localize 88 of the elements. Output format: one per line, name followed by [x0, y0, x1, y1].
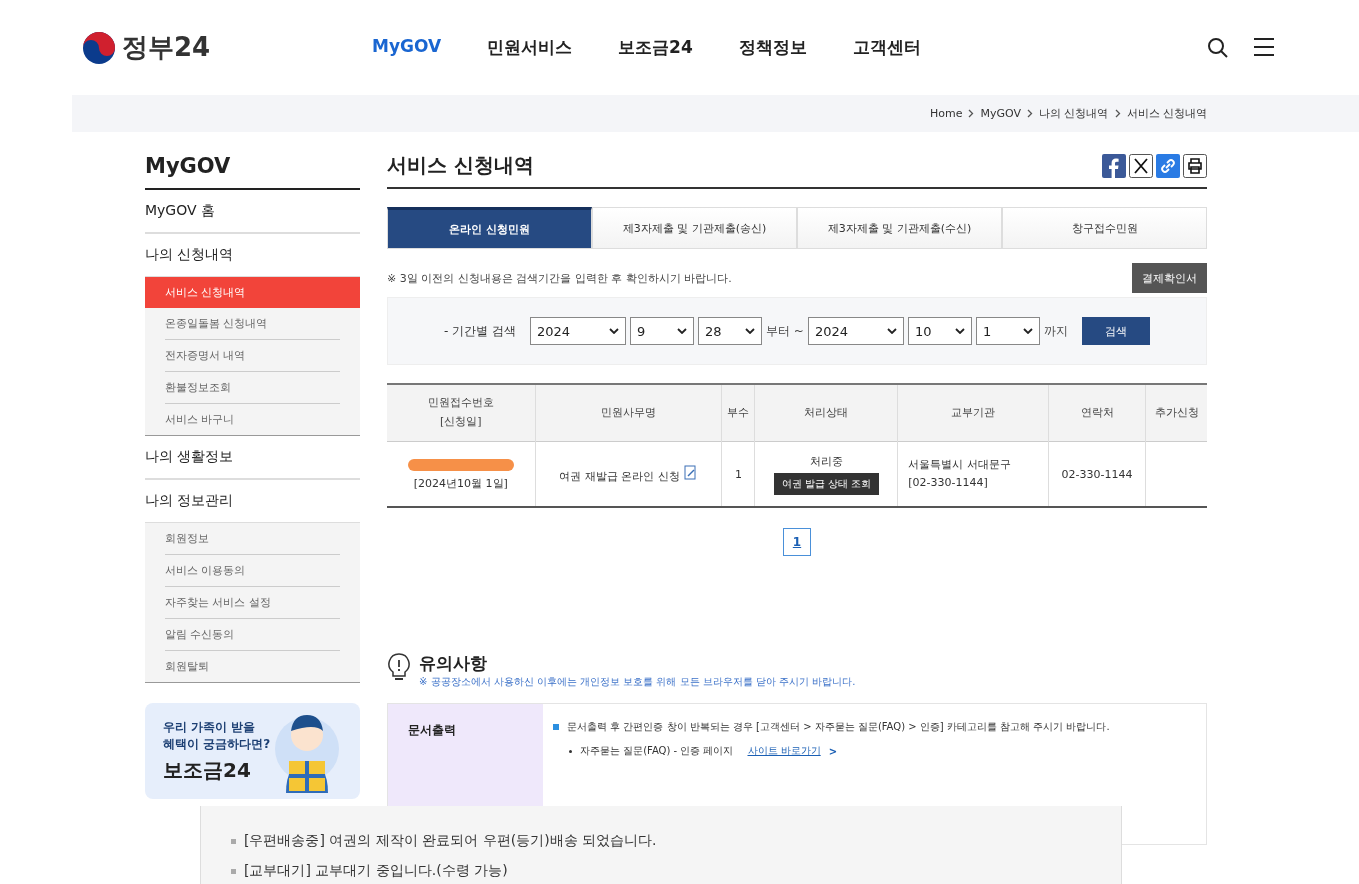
note-text: 문서출력 후 간편인증 창이 반복되는 경우 [고객센터 > 자주묻는 질문(FAQ) > 인증] 카테고리를 참고해 주시기 바랍니다. — [567, 720, 1110, 734]
column-header: 추가신청 — [1145, 384, 1207, 442]
search-button[interactable]: 검색 — [1081, 317, 1150, 345]
promo-banner[interactable]: 우리 가족이 받을 혜택이 궁금하다면? 보조금24 — [145, 703, 360, 799]
tab[interactable]: 온라인 신청민원 — [387, 207, 592, 249]
sidebar-title: MyGOV — [145, 152, 360, 190]
menu-icon[interactable] — [1253, 36, 1275, 57]
sidebar-item[interactable]: 온종일돌봄 신청내역 — [165, 308, 340, 340]
logo-text[interactable]: 정부24 — [122, 30, 211, 65]
range-text: 까지 — [1043, 322, 1068, 340]
nav-link[interactable]: 고객센터 — [852, 36, 921, 59]
date-select[interactable]: 9 — [630, 317, 695, 345]
caret-icon — [954, 328, 965, 334]
bullet-icon — [553, 724, 559, 730]
table-cell: 02-330-1144 — [1048, 441, 1146, 507]
search-icon[interactable] — [1207, 36, 1229, 59]
status-text: 처리중 — [808, 453, 844, 469]
date-select[interactable]: 2024 — [807, 317, 904, 345]
column-header: 처리상태 — [754, 384, 898, 442]
nav-link[interactable]: 보조금24 — [618, 36, 693, 59]
date-select[interactable]: 2024 — [530, 317, 627, 345]
date-select[interactable]: 10 — [907, 317, 972, 345]
sidebar-item[interactable]: 서비스 바구니 — [165, 404, 340, 435]
chevron-icon — [968, 109, 975, 118]
column-header: 연락처 — [1048, 384, 1146, 442]
bullet-icon — [231, 868, 236, 874]
breadcrumb-link[interactable]: 서비스 신청내역 — [1126, 106, 1207, 121]
table-cell: 1 — [721, 441, 755, 507]
status-check-button[interactable]: 여권 발급 상태 조회 — [773, 472, 880, 495]
sidebar-item[interactable]: 회원정보 — [165, 523, 340, 555]
sidebar-item[interactable]: 알림 수신동의 — [165, 619, 340, 651]
x-icon[interactable] — [1129, 153, 1153, 178]
caret-icon — [677, 328, 688, 334]
search-label: - 기간별 검색 — [444, 322, 517, 340]
section-title: 유의사항 — [419, 652, 488, 675]
sidebar-item[interactable]: 자주찾는 서비스 설정 — [165, 587, 340, 619]
nav-link[interactable]: 정책정보 — [738, 36, 807, 59]
facebook-icon[interactable] — [1102, 153, 1126, 178]
sidebar-section[interactable]: MyGOV 홈 — [145, 190, 360, 234]
site-link[interactable]: 사이트 바로가기 — [747, 744, 821, 758]
tab[interactable]: 제3자제출 및 기관제출(수신) — [797, 207, 1002, 249]
lightbulb-icon — [387, 652, 411, 682]
sidebar-section[interactable]: 나의 생활정보 — [145, 436, 360, 480]
bullet-icon — [231, 838, 236, 844]
nav-link[interactable]: 민원서비스 — [487, 36, 573, 59]
bullet-icon — [569, 749, 572, 753]
date-select[interactable]: 1 — [975, 317, 1040, 345]
sidebar-item[interactable]: 회원탈퇴 — [165, 651, 340, 682]
document-icon[interactable] — [683, 464, 698, 480]
page-title: 서비스 신청내역 — [387, 152, 534, 179]
caret-icon — [745, 328, 756, 334]
table-cell: 여권 재발급 온라인 신청 — [535, 441, 722, 507]
tab[interactable]: 창구접수민원 — [1002, 207, 1207, 249]
date-select[interactable]: 28 — [698, 317, 763, 345]
caret-icon — [1022, 328, 1033, 334]
chevron-icon — [1027, 109, 1033, 118]
banner-text: 우리 가족이 받을 — [163, 718, 257, 736]
breadcrumb-link[interactable]: Home — [930, 107, 963, 120]
nav-link[interactable]: MyGOV — [372, 36, 442, 59]
caret-icon — [609, 328, 620, 334]
column-header: 민원접수번호 [신청일] — [387, 384, 536, 442]
banner-brand: 보조금24 — [163, 756, 252, 784]
table-cell: [2024년10월 1일] — [387, 441, 536, 507]
column-header: 교부기관 — [897, 384, 1049, 442]
note-text: 자주묻는 질문(FAQ) - 인증 페이지 — [580, 744, 734, 758]
chevron-icon — [1114, 109, 1121, 118]
column-header: 부수 — [721, 384, 755, 442]
caret-icon — [886, 328, 897, 334]
sidebar-item[interactable]: 환불정보조회 — [165, 372, 340, 404]
banner-text: 혜택이 궁금하다면? — [163, 735, 271, 753]
table-cell: 서울특별시 서대문구 [02-330-1144] — [897, 441, 1049, 507]
caution-text: ※ 공공장소에서 사용하신 이후에는 개인정보 보호를 위해 모든 브라우저를 닫아 주시기 바랍니다. — [419, 675, 856, 689]
breadcrumb-link[interactable]: 나의 신청내역 — [1039, 106, 1109, 121]
link-icon[interactable] — [1156, 153, 1180, 178]
sidebar-item[interactable]: 전자증명서 내역 — [165, 340, 340, 372]
receipt-button[interactable]: 결제확인서 — [1132, 263, 1207, 293]
range-text: 부터 ~ — [766, 322, 804, 340]
column-header: 민원사무명 — [535, 384, 722, 442]
page-link[interactable]: 1 — [783, 528, 811, 556]
breadcrumb-link[interactable]: MyGOV — [980, 107, 1021, 120]
notice-text: ※ 3일 이전의 신청내용은 검색기간을 입력한 후 확인하시기 바랍니다. — [387, 270, 732, 286]
sidebar-item[interactable]: 서비스 이용동의 — [165, 555, 340, 587]
tab[interactable]: 제3자제출 및 기관제출(송신) — [592, 207, 797, 249]
sidebar-item[interactable]: 서비스 신청내역 — [145, 277, 360, 308]
status-description: [교부대기] 교부대기 중입니다.(수령 가능) — [244, 862, 508, 880]
emblem-icon — [82, 30, 116, 65]
print-icon[interactable] — [1183, 153, 1207, 178]
chevron-icon: > — [828, 745, 838, 757]
